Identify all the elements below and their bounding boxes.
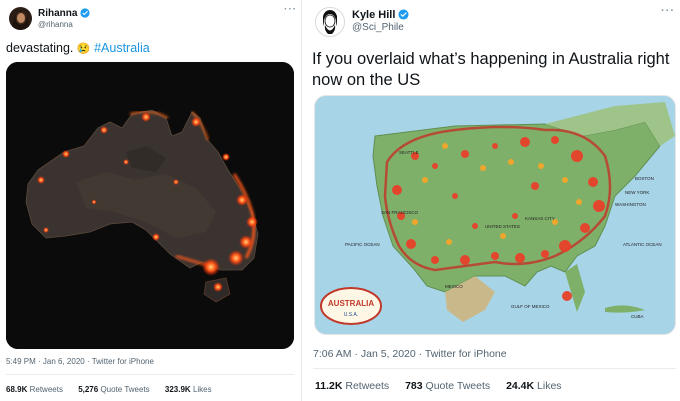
retweets-label: Retweets — [29, 385, 63, 394]
tweet-kyle-hill: Kyle Hill @Sci_Phile ··· If you overlaid… — [303, 0, 680, 401]
likes-stat[interactable]: 24.4K Likes — [506, 380, 561, 392]
quotes-count: 783 — [405, 380, 423, 392]
verified-badge-icon — [80, 8, 91, 18]
quote-tweets-stat[interactable]: 783 Quote Tweets — [405, 380, 490, 392]
retweets-label: Retweets — [345, 380, 390, 392]
tweet-source[interactable]: Twitter for iPhone — [92, 357, 154, 366]
map-label-boston: BOSTON — [635, 176, 654, 181]
retweets-stat[interactable]: 11.2K Retweets — [315, 380, 389, 392]
author-name-text: Kyle Hill — [352, 9, 396, 21]
likes-stat[interactable]: 323.9K Likes — [165, 385, 212, 394]
likes-count: 323.9K — [164, 385, 191, 394]
avatar-rihanna[interactable] — [9, 7, 32, 30]
likes-count: 24.4K — [506, 380, 535, 392]
retweets-count: 68.9K — [6, 385, 28, 394]
map-label-gulf-of-mexico: GULF OF MEXICO — [511, 304, 550, 309]
author-name[interactable]: Rihanna — [38, 8, 91, 19]
tweet-stats: 68.9K Retweets 5,276 Quote Tweets 323.9K… — [6, 385, 225, 394]
map-label-mexico: MEXICO — [445, 284, 463, 289]
quotes-label: Quote Tweets — [425, 380, 491, 392]
map-label-san-francisco: SAN FRANCISCO — [381, 210, 419, 215]
tweet-meta: 7:06 AM · Jan 5, 2020 · Twitter for iPho… — [313, 348, 507, 360]
verified-badge-icon — [398, 9, 409, 20]
author-name[interactable]: Kyle Hill — [352, 9, 409, 21]
tweet-image-us-overlay[interactable]: SEATTLE SAN FRANCISCO BOSTON NEW YORK WA… — [314, 95, 676, 335]
tweet-text: devastating. 😢 #Australia — [6, 41, 150, 55]
author-name-text: Rihanna — [38, 8, 78, 19]
quotes-count: 5,276 — [78, 385, 99, 394]
divider — [6, 374, 294, 375]
map-label-washington: WASHINGTON — [615, 202, 646, 207]
likes-label: Likes — [192, 385, 212, 394]
badge-subtitle: U.S.A. — [344, 312, 358, 318]
tweet-stats: 11.2K Retweets 783 Quote Tweets 24.4K Li… — [315, 380, 575, 392]
map-label-kansas-city: KANSAS CITY — [525, 216, 555, 221]
quotes-label: Quote Tweets — [100, 385, 150, 394]
australia-fire-map-image — [6, 62, 294, 349]
author-handle[interactable]: @Sci_Phile — [352, 22, 404, 33]
map-label-cuba: CUBA — [631, 314, 644, 319]
author-handle[interactable]: @rihanna — [38, 20, 73, 29]
map-label-pacific-ocean: PACIFIC OCEAN — [345, 242, 380, 247]
badge-title: AUSTRALIA — [328, 299, 374, 308]
retweets-stat[interactable]: 68.9K Retweets — [6, 385, 63, 394]
australia-usa-badge: AUSTRALIA U.S.A. — [320, 287, 382, 325]
tweet-source[interactable]: Twitter for iPhone — [425, 348, 507, 360]
avatar-kyle-hill[interactable] — [315, 7, 345, 37]
tweet-meta: 5:49 PM · Jan 6, 2020 · Twitter for iPho… — [6, 357, 154, 366]
hashtag-link[interactable]: #Australia — [94, 41, 150, 55]
tweet-rihanna: Rihanna @rihanna ··· devastating. 😢 #Aus… — [0, 0, 302, 401]
retweets-count: 11.2K — [315, 380, 343, 392]
map-label-atlantic-ocean: ATLANTIC OCEAN — [623, 242, 662, 247]
quote-tweets-stat[interactable]: 5,276 Quote Tweets — [78, 385, 149, 394]
map-label-new-york: NEW YORK — [625, 190, 649, 195]
tweet-image-australia-fires[interactable] — [6, 62, 294, 349]
divider — [313, 368, 676, 369]
likes-label: Likes — [537, 380, 562, 392]
tweet-text-main: devastating. — [6, 41, 74, 55]
map-label-seattle: SEATTLE — [399, 150, 419, 155]
map-label-united-states: UNITED STATES — [485, 224, 520, 229]
crying-emoji: 😢 — [76, 43, 91, 55]
australia-over-us-map-image: SEATTLE SAN FRANCISCO BOSTON NEW YORK WA… — [315, 96, 675, 334]
more-icon[interactable]: ··· — [661, 5, 675, 17]
tweet-time[interactable]: 5:49 PM · Jan 6, 2020 — [6, 357, 85, 366]
tweet-time[interactable]: 7:06 AM · Jan 5, 2020 — [313, 348, 416, 360]
more-icon[interactable]: ··· — [284, 4, 297, 15]
tweet-text: If you overlaid what’s happening in Aust… — [312, 50, 670, 89]
